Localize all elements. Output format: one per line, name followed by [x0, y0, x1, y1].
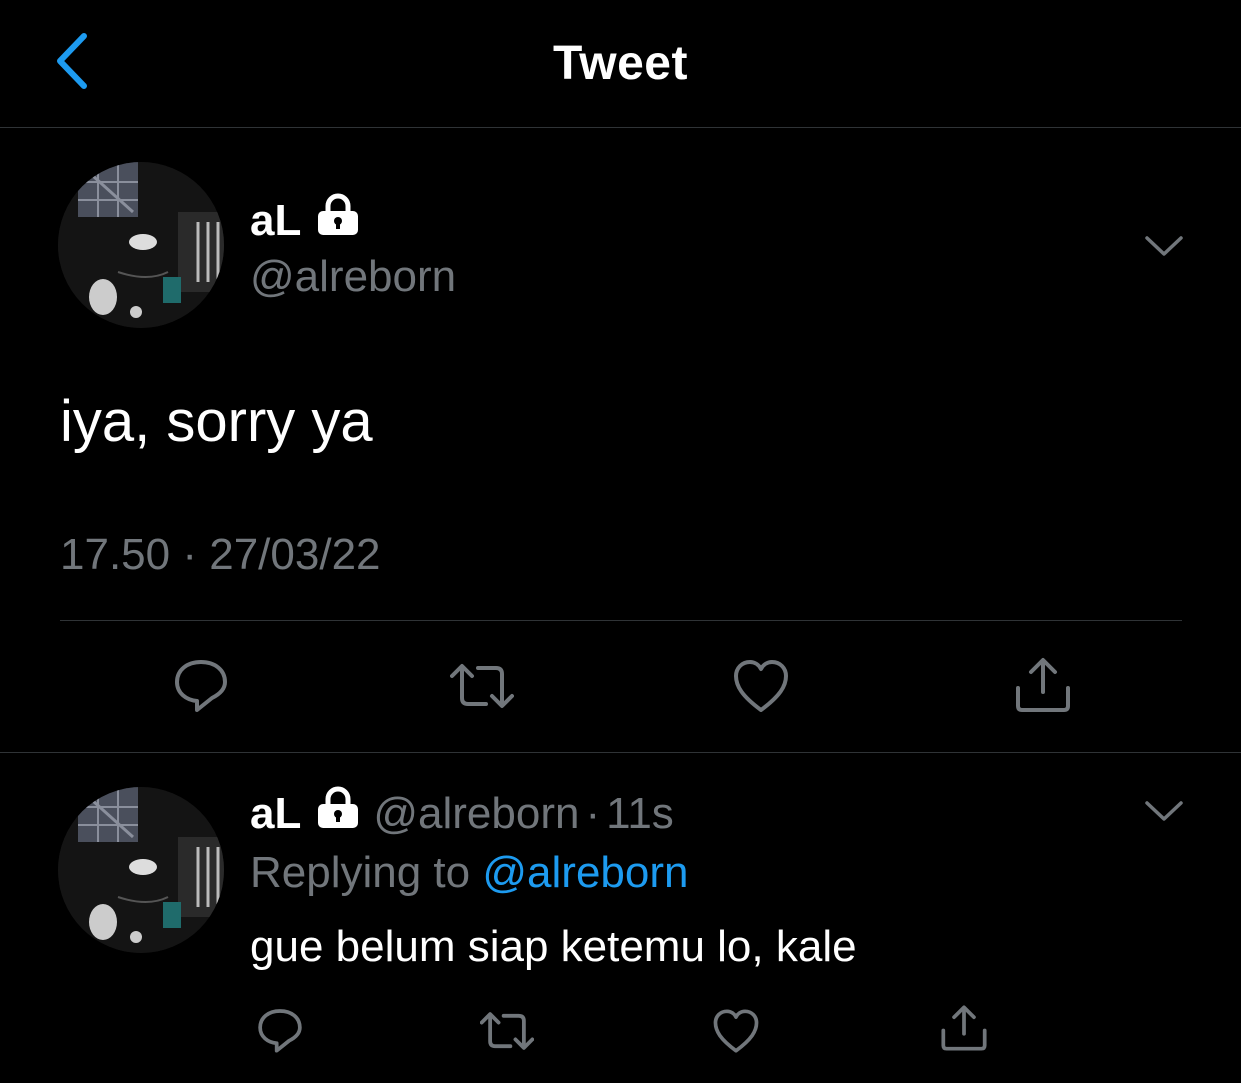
like-button[interactable] — [712, 1008, 760, 1059]
reply-text: gue belum siap ketemu lo, kale — [250, 922, 857, 971]
header-separator: · — [585, 788, 601, 838]
lock-icon — [315, 193, 361, 248]
avatar[interactable] — [58, 787, 224, 953]
share-button[interactable] — [1014, 656, 1072, 719]
author-handle[interactable]: @alreborn — [250, 252, 456, 302]
reply-button[interactable] — [256, 1006, 304, 1059]
top-nav-bar: Tweet — [0, 0, 1241, 128]
share-icon — [941, 1005, 987, 1051]
reply-age[interactable]: 11s — [606, 789, 674, 839]
tweet-menu-button[interactable] — [1144, 234, 1184, 258]
share-icon — [1016, 658, 1070, 712]
reply-button[interactable] — [172, 656, 230, 719]
retweet-icon — [479, 1012, 535, 1050]
tweet-text: iya, sorry ya — [60, 389, 373, 454]
retweet-button[interactable] — [479, 1009, 535, 1058]
author-handle[interactable]: @alreborn — [373, 789, 579, 839]
display-name[interactable]: aL — [250, 196, 301, 246]
reply-menu-button[interactable] — [1144, 799, 1184, 823]
reply-header: aL @alreborn · 11s — [250, 786, 674, 841]
replying-to-line: Replying to @alreborn — [250, 848, 688, 898]
like-button[interactable] — [732, 658, 790, 719]
divider — [0, 752, 1241, 753]
reply-icon — [175, 660, 227, 712]
avatar[interactable] — [58, 162, 224, 328]
share-button[interactable] — [940, 1004, 988, 1057]
mention-link[interactable]: @alreborn — [482, 848, 688, 897]
display-name[interactable]: aL — [250, 789, 301, 839]
tweet-date: 27/03/22 — [209, 530, 381, 579]
author-name-row: aL — [250, 193, 361, 248]
like-icon — [734, 660, 788, 712]
retweet-icon — [450, 664, 514, 708]
like-icon — [713, 1009, 759, 1053]
tweet-timestamp[interactable]: 17.50 · 27/03/22 — [60, 530, 381, 580]
page-title: Tweet — [553, 37, 688, 90]
divider — [60, 620, 1182, 621]
lock-icon — [315, 786, 361, 841]
replying-to-label: Replying to — [250, 848, 471, 897]
timestamp-separator: · — [182, 530, 197, 579]
retweet-button[interactable] — [450, 660, 514, 717]
reply-icon — [258, 1009, 302, 1053]
chevron-down-icon — [1145, 801, 1183, 821]
chevron-down-icon — [1145, 236, 1183, 256]
tweet-time: 17.50 — [60, 530, 171, 579]
